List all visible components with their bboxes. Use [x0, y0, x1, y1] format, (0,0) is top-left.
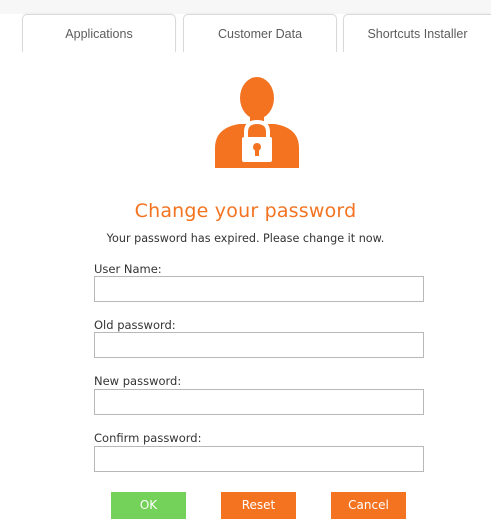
reset-button[interactable]: Reset [221, 492, 296, 519]
new-password-label: New password: [94, 374, 182, 388]
confirm-password-label: Confirm password: [94, 431, 202, 445]
confirm-password-field[interactable] [94, 446, 424, 472]
ok-button[interactable]: OK [111, 492, 186, 519]
cancel-button[interactable]: Cancel [331, 492, 406, 519]
page-subtitle: Your password has expired. Please change… [106, 232, 385, 245]
username-field[interactable] [94, 276, 424, 302]
user-lock-icon [215, 77, 299, 168]
tab-bar-background [0, 0, 491, 14]
tab-bar: Applications Customer Data Shortcuts Ins… [0, 0, 491, 52]
new-password-field[interactable] [94, 389, 424, 415]
username-label: User Name: [94, 262, 162, 276]
old-password-label: Old password: [94, 318, 176, 332]
page-title: Change your password [134, 200, 357, 222]
tab-shortcuts-installer[interactable]: Shortcuts Installer [343, 14, 491, 52]
tab-applications[interactable]: Applications [22, 14, 176, 52]
old-password-field[interactable] [94, 332, 424, 358]
tab-customer-data[interactable]: Customer Data [183, 14, 337, 52]
